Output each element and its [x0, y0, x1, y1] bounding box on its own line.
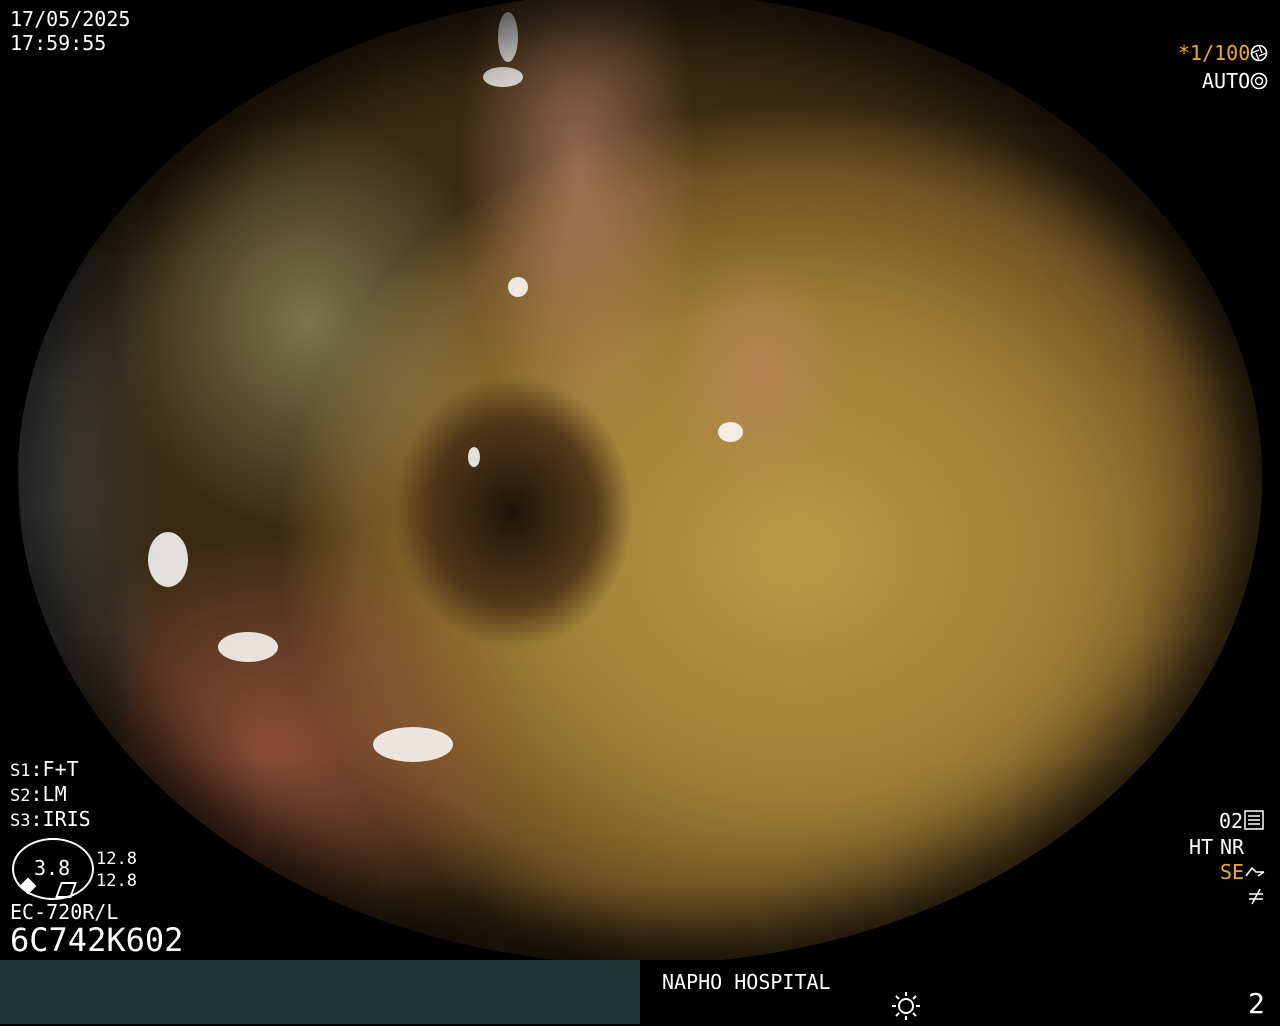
settings-sliders-icon	[1244, 810, 1264, 830]
s3-setting: S3:IRIS	[10, 807, 91, 831]
specular-highlight	[148, 532, 188, 587]
gauge-side-bottom: 12.8	[96, 871, 137, 891]
s2-setting: S2:LM	[10, 782, 67, 806]
specular-highlight	[498, 12, 518, 62]
bottom-bar-left-panel	[0, 960, 640, 1024]
ht-indicator: HT	[1189, 835, 1214, 859]
specular-highlight	[483, 67, 523, 87]
s1-setting: S1:F+T	[10, 757, 79, 781]
iris-icon	[1250, 72, 1268, 90]
se-indicator: SE	[1220, 860, 1245, 884]
gauge-side-top: 12.8	[96, 849, 137, 869]
time-label: 17:59:55	[10, 31, 107, 55]
specular-highlight	[718, 422, 743, 442]
date-label: 17/05/2025	[10, 7, 131, 31]
mode-code: 02	[1219, 809, 1244, 833]
hospital-name: NAPHO HOSPITAL	[662, 970, 831, 994]
specular-highlight	[218, 632, 278, 662]
specular-highlight	[508, 277, 528, 297]
page-number: 2	[1248, 987, 1265, 1020]
nr-indicator: NR	[1220, 835, 1245, 859]
sun-icon	[890, 990, 922, 1022]
aperture-icon	[1250, 44, 1268, 62]
exposure-mode: AUTO	[1202, 69, 1251, 93]
enhance-icon	[1244, 862, 1266, 882]
serial-number: 6C742K602	[10, 921, 184, 959]
gauge-value: 3.8	[34, 856, 71, 880]
endoscopic-image	[18, 0, 1262, 964]
not-equal-icon	[1246, 886, 1266, 906]
specular-highlight	[468, 447, 480, 467]
shutter-speed: *1/100	[1178, 41, 1251, 65]
specular-highlight	[373, 727, 453, 762]
bottom-bar: NAPHO HOSPITAL 2	[0, 960, 1280, 1024]
